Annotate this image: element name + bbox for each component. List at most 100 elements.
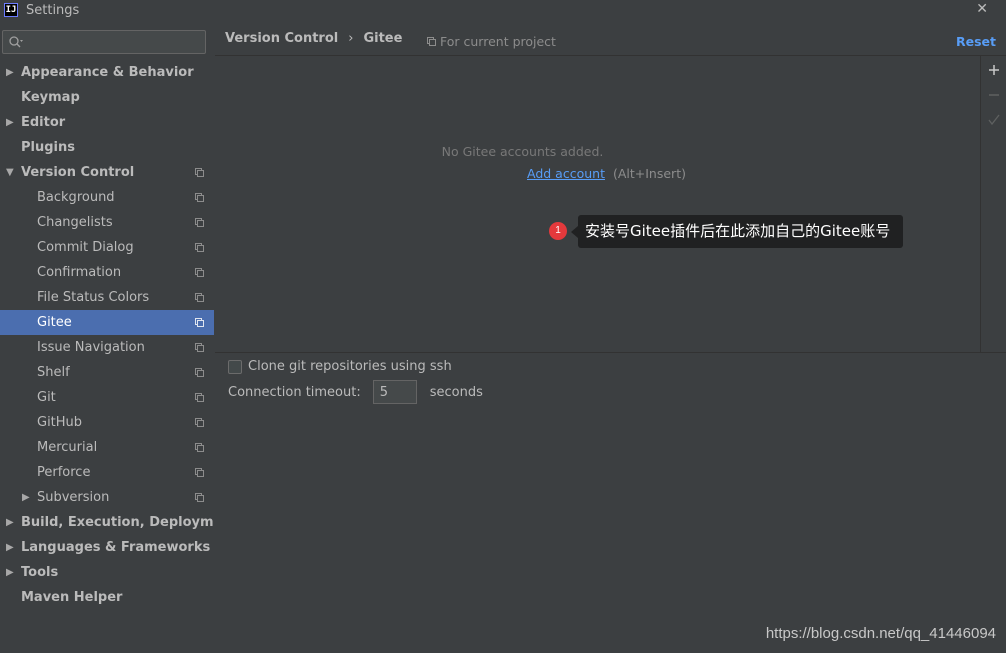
- clone-ssh-label: Clone git repositories using ssh: [248, 359, 452, 374]
- connection-timeout-input[interactable]: [372, 380, 417, 404]
- window-title: Settings: [26, 2, 80, 18]
- sidebar-item-keymap[interactable]: Keymap: [0, 85, 214, 110]
- sidebar-item-label: Mercurial: [37, 440, 98, 455]
- sidebar-item-plugins[interactable]: Plugins: [0, 135, 214, 160]
- search-icon: [9, 36, 23, 48]
- collapsed-arrow-icon[interactable]: ▶: [6, 535, 16, 560]
- sidebar-item-label: Version Control: [21, 165, 135, 180]
- sidebar-item-label: Commit Dialog: [37, 240, 134, 255]
- project-scope-icon: [195, 343, 204, 352]
- title-bar: IJ Settings ✕: [0, 0, 1006, 20]
- remove-icon[interactable]: [988, 89, 1000, 101]
- sidebar-item-build-execution-deployment[interactable]: ▶ Build, Execution, Deployment: [0, 510, 238, 535]
- add-account-link[interactable]: Add account: [527, 166, 605, 181]
- project-scope-icon: [195, 393, 204, 402]
- collapsed-arrow-icon[interactable]: ▶: [6, 510, 16, 535]
- project-scope-icon: [195, 443, 204, 452]
- breadcrumb-parent[interactable]: Version Control: [225, 31, 338, 46]
- intellij-logo-icon: IJ: [4, 3, 18, 17]
- collapsed-arrow-icon[interactable]: ▶: [6, 110, 16, 135]
- sidebar-item-label: Build, Execution, Deployment: [21, 515, 238, 530]
- settings-search-box[interactable]: [2, 30, 206, 54]
- sidebar-item-label: Tools: [21, 565, 59, 580]
- sidebar-item-languages-frameworks[interactable]: ▶ Languages & Frameworks: [0, 535, 214, 560]
- collapsed-arrow-icon[interactable]: ▶: [22, 485, 32, 510]
- annotation-callout: 安装号Gitee插件后在此添加自己的Gitee账号: [570, 215, 904, 248]
- project-scope-icon: [195, 243, 204, 252]
- add-icon[interactable]: [988, 64, 1000, 76]
- sidebar-item-label: Perforce: [37, 465, 91, 480]
- breadcrumb-current: Gitee: [363, 31, 403, 46]
- add-account-shortcut: (Alt+Insert): [612, 166, 686, 181]
- reset-button[interactable]: Reset: [956, 34, 996, 49]
- connection-timeout-row: Connection timeout: seconds: [228, 380, 483, 404]
- project-scope-note: For current project: [427, 34, 556, 49]
- sidebar-item-changelists[interactable]: Changelists: [0, 210, 214, 235]
- sidebar-item-gitee[interactable]: Gitee: [0, 310, 214, 335]
- sidebar-item-version-control[interactable]: ▼ Version Control: [0, 160, 214, 185]
- sidebar-item-label: Changelists: [37, 215, 113, 230]
- project-scope-icon: [427, 37, 436, 46]
- sidebar-item-tools[interactable]: ▶ Tools: [0, 560, 214, 585]
- sidebar-item-commit-dialog[interactable]: Commit Dialog: [0, 235, 214, 260]
- clone-ssh-option[interactable]: Clone git repositories using ssh: [228, 359, 452, 374]
- connection-timeout-unit: seconds: [429, 384, 483, 400]
- sidebar-item-label: File Status Colors: [37, 290, 150, 305]
- project-scope-icon: [195, 368, 204, 377]
- accounts-empty-text: No Gitee accounts added.: [441, 144, 604, 159]
- clone-ssh-checkbox[interactable]: [228, 359, 242, 374]
- sidebar-item-background[interactable]: Background: [0, 185, 214, 210]
- project-scope-icon: [195, 193, 204, 202]
- sidebar-item-label: Background: [37, 190, 115, 205]
- sidebar-item-label: Shelf: [37, 365, 70, 380]
- sidebar-item-issue-navigation[interactable]: Issue Navigation: [0, 335, 214, 360]
- sidebar-item-label: Maven Helper: [21, 590, 123, 605]
- project-scope-icon: [195, 468, 204, 477]
- sidebar-item-label: Subversion: [37, 490, 110, 505]
- expanded-arrow-icon[interactable]: ▼: [6, 160, 16, 185]
- breadcrumb: Version Control › Gitee: [225, 31, 402, 46]
- project-scope-icon: [195, 218, 204, 227]
- sidebar-item-git[interactable]: Git: [0, 385, 214, 410]
- project-scope-text: For current project: [440, 34, 556, 49]
- sidebar-item-confirmation[interactable]: Confirmation: [0, 260, 214, 285]
- settings-sidebar: ▶ Appearance & Behavior Keymap ▶ Editor Plugi…: [0, 22, 238, 653]
- sidebar-item-mercurial[interactable]: Mercurial: [0, 435, 214, 460]
- project-scope-icon: [195, 293, 204, 302]
- sidebar-item-github[interactable]: GitHub: [0, 410, 214, 435]
- sidebar-item-label: Keymap: [21, 90, 80, 105]
- sidebar-item-label: Issue Navigation: [37, 340, 145, 355]
- accounts-toolbar: [980, 55, 1006, 353]
- collapsed-arrow-icon[interactable]: ▶: [6, 60, 16, 85]
- project-scope-icon: [195, 418, 204, 427]
- project-scope-icon: [195, 168, 204, 177]
- sidebar-item-label: Gitee: [37, 315, 72, 330]
- settings-search-input[interactable]: [27, 33, 203, 51]
- collapsed-arrow-icon[interactable]: ▶: [6, 560, 16, 585]
- project-scope-icon: [195, 318, 204, 327]
- sidebar-item-label: Appearance & Behavior: [21, 65, 194, 80]
- project-scope-icon: [195, 493, 204, 502]
- sidebar-item-label: Editor: [21, 115, 66, 130]
- sidebar-item-label: Plugins: [21, 140, 75, 155]
- sidebar-item-file-status-colors[interactable]: File Status Colors: [0, 285, 214, 310]
- connection-timeout-label: Connection timeout:: [228, 384, 361, 400]
- sidebar-item-label: Languages & Frameworks: [21, 540, 211, 555]
- sidebar-item-editor[interactable]: ▶ Editor: [0, 110, 214, 135]
- breadcrumb-separator: ›: [348, 31, 354, 46]
- settings-content: Version Control › Gitee For current proj…: [214, 22, 1006, 653]
- sidebar-item-perforce[interactable]: Perforce: [0, 460, 214, 485]
- project-scope-icon: [195, 268, 204, 277]
- set-default-icon[interactable]: [988, 114, 1000, 126]
- accounts-list[interactable]: No Gitee accounts added. Add account (Al…: [215, 55, 980, 353]
- sidebar-item-label: Confirmation: [37, 265, 122, 280]
- close-icon[interactable]: ✕: [976, 0, 988, 18]
- add-account-row: Add account (Alt+Insert): [527, 166, 686, 181]
- sidebar-item-appearance-behavior[interactable]: ▶ Appearance & Behavior: [0, 60, 214, 85]
- sidebar-item-label: GitHub: [37, 415, 83, 430]
- sidebar-item-shelf[interactable]: Shelf: [0, 360, 214, 385]
- sidebar-item-maven-helper[interactable]: Maven Helper: [0, 585, 214, 610]
- sidebar-item-label: Git: [37, 390, 56, 405]
- sidebar-item-subversion[interactable]: ▶ Subversion: [0, 485, 214, 510]
- annotation-badge: 1: [549, 222, 567, 240]
